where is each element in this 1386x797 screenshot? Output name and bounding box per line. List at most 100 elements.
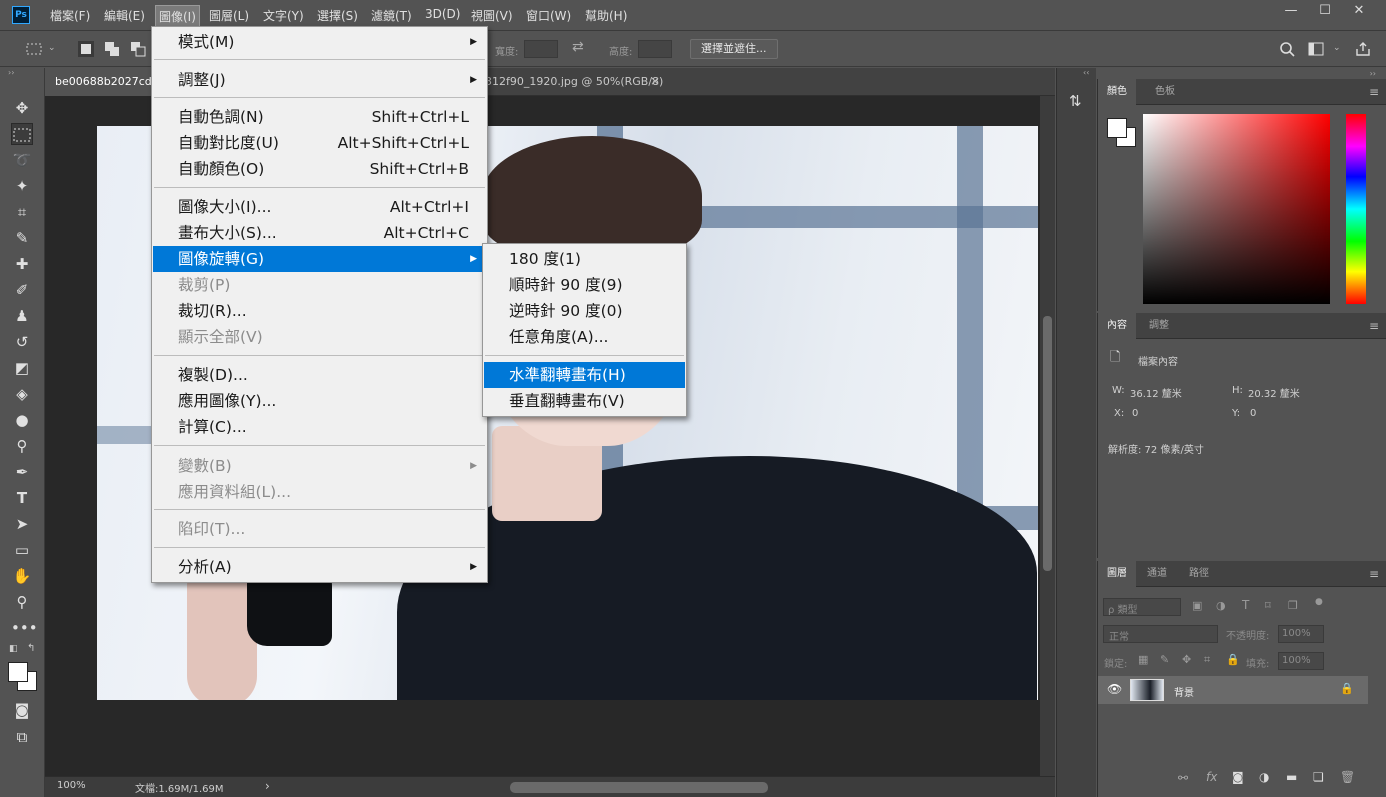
menu-type[interactable]: 文字(Y) bbox=[263, 7, 304, 24]
filter-pixel-icon[interactable]: ▣ bbox=[1192, 599, 1202, 612]
menu-item-canvas-size[interactable]: 畫布大小(S)... Alt+Ctrl+C bbox=[153, 220, 486, 246]
menu-view[interactable]: 視圖(V) bbox=[471, 7, 513, 24]
minimize-button[interactable]: — bbox=[1274, 0, 1308, 22]
dodge-tool-icon[interactable]: ⚲ bbox=[11, 435, 33, 457]
rect-marquee-tool-icon[interactable] bbox=[11, 123, 33, 145]
menu-help[interactable]: 幫助(H) bbox=[585, 7, 627, 24]
zoom-tool-icon[interactable]: ⚲ bbox=[11, 591, 33, 613]
panel-menu-icon[interactable]: ≡ bbox=[1369, 567, 1379, 581]
fill-input[interactable]: 100% bbox=[1278, 652, 1324, 670]
submenu-arbitrary[interactable]: 任意角度(A)... bbox=[484, 324, 685, 350]
more-tools-icon[interactable]: ••• bbox=[11, 617, 38, 639]
opacity-input[interactable]: 100% bbox=[1278, 625, 1324, 643]
blend-mode-select[interactable]: 正常 bbox=[1103, 625, 1218, 643]
w-value[interactable]: 36.12 釐米 bbox=[1130, 385, 1182, 400]
menu-item-trap[interactable]: 陷印(T)... bbox=[153, 516, 486, 542]
menu-item-analysis[interactable]: 分析(A) ▶ bbox=[153, 554, 486, 580]
menu-item-adjustments[interactable]: 調整(J) ▶ bbox=[153, 67, 486, 93]
panel-menu-icon[interactable]: ≡ bbox=[1369, 85, 1379, 99]
group-folder-icon[interactable]: ▬ bbox=[1286, 770, 1297, 784]
layer-filter-select[interactable]: ρ 類型 bbox=[1103, 598, 1181, 616]
submenu-flip-vertical[interactable]: 垂直翻轉畫布(V) bbox=[484, 388, 685, 414]
workspace-chevron-icon[interactable]: ⌄ bbox=[1333, 43, 1341, 53]
menu-item-duplicate[interactable]: 複製(D)... bbox=[153, 362, 486, 388]
new-layer-icon[interactable]: ❏ bbox=[1313, 770, 1324, 784]
menu-edit[interactable]: 編輯(E) bbox=[104, 7, 145, 24]
collapse-strip-icon[interactable]: ‹‹ bbox=[1083, 68, 1089, 77]
menu-layer[interactable]: 圖層(L) bbox=[209, 7, 249, 24]
width-input[interactable] bbox=[524, 40, 558, 58]
adjustment-layer-icon[interactable]: ◑ bbox=[1259, 770, 1269, 784]
maximize-button[interactable]: ☐ bbox=[1308, 0, 1342, 22]
lock-pixels-icon[interactable]: ▦ bbox=[1138, 653, 1148, 666]
magic-wand-tool-icon[interactable]: ✦ bbox=[11, 175, 33, 197]
menu-item-mode[interactable]: 模式(M) ▶ bbox=[153, 29, 486, 55]
blur-tool-icon[interactable]: ● bbox=[11, 409, 33, 431]
search-icon[interactable] bbox=[1279, 41, 1295, 57]
menu-file[interactable]: 檔案(F) bbox=[50, 7, 90, 24]
lock-artboard-icon[interactable]: ⌗ bbox=[1204, 653, 1210, 667]
eraser-tool-icon[interactable]: ◩ bbox=[11, 357, 33, 379]
menu-item-crop[interactable]: 裁剪(P) bbox=[153, 272, 486, 298]
lasso-tool-icon[interactable]: ➰ bbox=[11, 149, 33, 171]
menu-item-image-size[interactable]: 圖像大小(I)... Alt+Ctrl+I bbox=[153, 194, 486, 220]
link-layers-icon[interactable]: ⚯ bbox=[1178, 771, 1188, 785]
lock-all-icon[interactable]: 🔒 bbox=[1226, 653, 1240, 666]
color-field[interactable] bbox=[1143, 114, 1330, 304]
y-value[interactable]: 0 bbox=[1250, 408, 1256, 419]
menu-item-apply-image[interactable]: 應用圖像(Y)... bbox=[153, 388, 486, 414]
select-and-mask-button[interactable]: 選擇並遮住... bbox=[690, 39, 778, 59]
collapse-toolbar-icon[interactable]: ›› bbox=[8, 68, 14, 77]
menu-item-variables[interactable]: 變數(B) ▶ bbox=[153, 453, 486, 479]
submenu-flip-horizontal[interactable]: 水準翻轉畫布(H) bbox=[484, 362, 685, 388]
tab-layers[interactable]: 圖層 bbox=[1098, 561, 1136, 587]
tab-properties[interactable]: 內容 bbox=[1098, 313, 1136, 339]
visibility-eye-icon[interactable]: 👁 bbox=[1107, 682, 1122, 696]
tab-swatches[interactable]: 色板 bbox=[1146, 79, 1184, 105]
menu-3d[interactable]: 3D(D) bbox=[425, 7, 460, 21]
add-mask-icon[interactable]: ◙ bbox=[1232, 770, 1244, 784]
menu-image[interactable]: 圖像(I) bbox=[155, 5, 200, 28]
paint-bucket-tool-icon[interactable]: ◈ bbox=[11, 383, 33, 405]
eyedropper-tool-icon[interactable]: ✎ bbox=[11, 227, 33, 249]
vertical-scrollbar[interactable] bbox=[1040, 96, 1055, 776]
history-brush-tool-icon[interactable]: ↺ bbox=[11, 331, 33, 353]
tab-paths[interactable]: 路徑 bbox=[1180, 561, 1218, 587]
filter-type-icon[interactable]: T bbox=[1242, 598, 1249, 612]
tab-document-2[interactable]: 312f90_1920.jpg @ 50%(RGB/8) bbox=[475, 68, 673, 96]
tab-close-icon[interactable]: × bbox=[650, 74, 660, 88]
menu-item-reveal-all[interactable]: 顯示全部(V) bbox=[153, 324, 486, 350]
marquee-preset-icon[interactable] bbox=[26, 41, 42, 57]
color-fg-swatch[interactable] bbox=[1107, 118, 1127, 138]
filter-shape-icon[interactable]: ⌑ bbox=[1265, 599, 1271, 612]
zoom-level[interactable]: 100% bbox=[57, 780, 86, 791]
lock-position-icon[interactable]: ✥ bbox=[1182, 653, 1191, 666]
h-value[interactable]: 20.32 釐米 bbox=[1248, 385, 1300, 400]
submenu-rotate-90-ccw[interactable]: 逆時針 90 度(0) bbox=[484, 298, 685, 324]
submenu-rotate-90-cw[interactable]: 順時針 90 度(9) bbox=[484, 272, 685, 298]
menu-item-apply-data-set[interactable]: 應用資料組(L)... bbox=[153, 479, 486, 505]
menu-item-image-rotation[interactable]: 圖像旋轉(G) ▶ bbox=[153, 246, 486, 272]
quick-mask-icon[interactable]: ◙ bbox=[11, 699, 33, 721]
panel-menu-icon[interactable]: ≡ bbox=[1369, 319, 1379, 333]
menu-item-calculations[interactable]: 計算(C)... bbox=[153, 414, 486, 440]
menu-item-auto-color[interactable]: 自動顏色(O) Shift+Ctrl+B bbox=[153, 156, 486, 182]
tab-adjustments[interactable]: 調整 bbox=[1140, 313, 1178, 339]
menu-item-auto-tone[interactable]: 自動色調(N) Shift+Ctrl+L bbox=[153, 104, 486, 130]
tab-channels[interactable]: 通道 bbox=[1138, 561, 1176, 587]
filter-toggle-icon[interactable]: ● bbox=[1315, 597, 1323, 607]
screen-mode-icon[interactable]: ⧉ bbox=[11, 726, 33, 748]
tab-color[interactable]: 顏色 bbox=[1098, 79, 1136, 105]
trash-icon[interactable]: 🗑 bbox=[1340, 770, 1355, 784]
x-value[interactable]: 0 bbox=[1132, 408, 1138, 419]
menu-item-trim[interactable]: 裁切(R)... bbox=[153, 298, 486, 324]
crop-tool-icon[interactable]: ⌗ bbox=[11, 201, 33, 223]
foreground-color-swatch[interactable] bbox=[8, 662, 28, 682]
pen-tool-icon[interactable]: ✒ bbox=[11, 461, 33, 483]
horizontal-scroll-thumb[interactable] bbox=[510, 782, 768, 793]
new-selection-icon[interactable] bbox=[78, 41, 94, 57]
submenu-rotate-180[interactable]: 180 度(1) bbox=[484, 246, 685, 272]
workspace-icon[interactable] bbox=[1308, 41, 1324, 57]
type-tool-icon[interactable]: T bbox=[11, 487, 33, 509]
move-tool-icon[interactable]: ✥ bbox=[11, 97, 33, 119]
